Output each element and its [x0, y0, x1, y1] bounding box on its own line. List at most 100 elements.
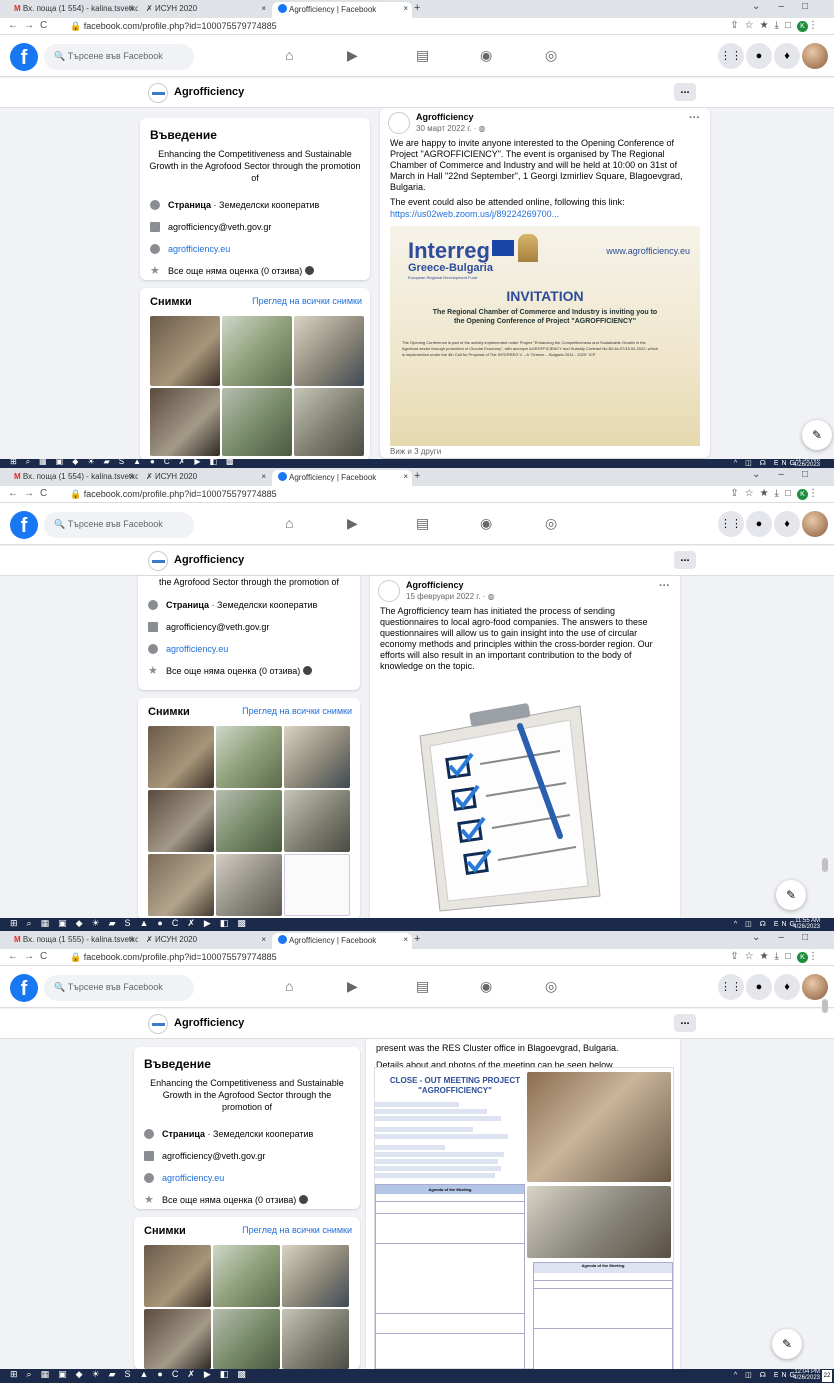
profile-icon[interactable]: K — [797, 21, 808, 32]
extension-icons[interactable]: ⇪☆★⤓□ K ⋮ — [730, 488, 824, 500]
menu-icon[interactable]: ⋮⋮ — [718, 511, 744, 537]
marketplace-icon[interactable]: ▤ — [416, 47, 429, 64]
system-tray[interactable]: ^ ◫ ☊ ENG — [734, 920, 798, 928]
tab-isun[interactable]: ✗ ИСУН 2020 × — [140, 470, 270, 486]
see-all-photos-link[interactable]: Преглед на всички снимки — [242, 706, 352, 716]
scrollbar[interactable] — [822, 999, 828, 1013]
close-icon[interactable]: × — [403, 472, 408, 481]
gaming-icon[interactable]: ◎ — [545, 47, 557, 64]
photo-thumbnail[interactable] — [148, 854, 214, 916]
tab-isun[interactable]: ✗ ИСУН 2020 × — [140, 2, 270, 18]
marketplace-icon[interactable]: ▤ — [416, 978, 429, 995]
tab-isun[interactable]: ✗ ИСУН 2020 × — [140, 933, 270, 949]
checklist-clipboard-image[interactable] — [400, 696, 610, 916]
clock[interactable]: 11:55 AM 4/26/2023 — [793, 918, 820, 930]
more-button[interactable]: ... — [674, 83, 696, 101]
profile-icon[interactable]: K — [797, 952, 808, 963]
post-author[interactable]: Agrofficiency — [406, 580, 464, 590]
extension-icons[interactable]: ⇪☆★⤓□ K ⋮ — [730, 951, 824, 963]
system-tray[interactable]: ^ ◫ ☊ ENG — [734, 459, 798, 467]
zoom-link[interactable]: https://us02web.zoom.us/j/89224269700... — [380, 209, 569, 219]
meeting-document-image[interactable]: CLOSE - OUT MEETING PROJECT "AGROFFICIEN… — [374, 1067, 674, 1369]
photo-thumbnail[interactable] — [213, 1245, 280, 1307]
page-avatar[interactable] — [148, 83, 168, 103]
tab-facebook[interactable]: Agrofficiency | Facebook × — [272, 470, 412, 486]
page-title[interactable]: Agrofficiency — [174, 86, 244, 98]
compose-icon[interactable]: ✎ — [776, 880, 806, 910]
photo-thumbnail[interactable] — [144, 1309, 211, 1369]
invitation-flyer[interactable]: Interreg Greece-Bulgaria European Region… — [390, 226, 700, 446]
system-tray[interactable]: ^ ◫ ☊ ENG — [734, 1371, 798, 1379]
scrollbar[interactable] — [822, 858, 828, 872]
window-controls[interactable]: ⌄–□ — [752, 1, 826, 12]
groups-icon[interactable]: ◉ — [480, 47, 492, 64]
view-more-link[interactable]: Виж и 3 други — [390, 447, 441, 456]
avatar[interactable] — [802, 974, 828, 1000]
more-icon[interactable]: ··· — [689, 112, 700, 124]
gaming-icon[interactable]: ◎ — [545, 515, 557, 532]
more-icon[interactable]: ··· — [659, 580, 670, 592]
avatar[interactable] — [802, 43, 828, 69]
info-icon[interactable] — [298, 1195, 308, 1204]
close-icon[interactable]: × — [403, 4, 408, 13]
url-field[interactable]: 🔒 facebook.com/profile.php?id=1000755797… — [70, 952, 277, 963]
video-icon[interactable]: ▶ — [347, 515, 358, 532]
close-icon[interactable]: × — [129, 472, 134, 481]
new-tab-button[interactable]: + — [414, 2, 420, 14]
website-link[interactable]: agrofficiency.eu — [166, 644, 228, 654]
post-date[interactable]: 15 февруари 2022 г. · ◍ — [406, 592, 495, 601]
photo-thumbnail[interactable] — [222, 388, 292, 456]
website-link[interactable]: agrofficiency.eu — [168, 244, 230, 254]
extension-icons[interactable]: ⇪☆★⤓□ K ⋮ — [730, 20, 824, 32]
photo-thumbnail[interactable] — [222, 316, 292, 386]
groups-icon[interactable]: ◉ — [480, 978, 492, 995]
info-icon[interactable] — [304, 266, 314, 275]
photo-thumbnail[interactable] — [294, 316, 364, 386]
more-button[interactable]: ... — [674, 1014, 696, 1032]
url-field[interactable]: 🔒 facebook.com/profile.php?id=1000755797… — [70, 489, 277, 500]
photo-thumbnail[interactable] — [150, 316, 220, 386]
page-avatar[interactable] — [148, 551, 168, 571]
post-author[interactable]: Agrofficiency — [416, 112, 474, 122]
window-controls[interactable]: ⌄–□ — [752, 469, 826, 480]
email-text[interactable]: agrofficiency@veth.gov.gr — [162, 1151, 265, 1161]
profile-icon[interactable]: K — [797, 489, 808, 500]
see-all-photos-link[interactable]: Преглед на всички снимки — [252, 296, 362, 306]
page-avatar[interactable] — [378, 580, 400, 602]
email-text[interactable]: agrofficiency@veth.gov.gr — [166, 622, 269, 632]
page-avatar[interactable] — [388, 112, 410, 134]
messenger-icon[interactable]: ● — [746, 511, 772, 537]
clock[interactable]: 11:56 AM 4/26/2023 — [793, 457, 820, 468]
home-icon[interactable]: ⌂ — [285, 47, 293, 63]
clock[interactable]: 12:04 PM 4/26/2023 — [793, 1369, 820, 1381]
photo-thumbnail[interactable] — [216, 854, 282, 916]
facebook-logo-icon[interactable]: f — [10, 511, 38, 539]
page-title[interactable]: Agrofficiency — [174, 554, 244, 566]
photo-thumbnail[interactable] — [150, 388, 220, 456]
home-icon[interactable]: ⌂ — [285, 978, 293, 994]
close-icon[interactable]: × — [129, 4, 134, 13]
photo-thumbnail[interactable] — [213, 1309, 280, 1369]
close-icon[interactable]: × — [403, 935, 408, 944]
nav-buttons[interactable]: ←→C — [8, 20, 53, 31]
search-input[interactable]: 🔍 Търсене във Facebook — [44, 975, 194, 1001]
video-icon[interactable]: ▶ — [347, 47, 358, 64]
post-date[interactable]: 30 март 2022 г. · ◍ — [416, 124, 486, 133]
marketplace-icon[interactable]: ▤ — [416, 515, 429, 532]
messenger-icon[interactable]: ● — [746, 974, 772, 1000]
video-icon[interactable]: ▶ — [347, 978, 358, 995]
messenger-icon[interactable]: ● — [746, 43, 772, 69]
tab-facebook[interactable]: Agrofficiency | Facebook × — [272, 933, 412, 949]
photo-thumbnail[interactable] — [282, 1309, 349, 1369]
search-input[interactable]: 🔍 Търсене във Facebook — [44, 44, 194, 70]
notifications-icon[interactable]: ♦ — [774, 43, 800, 69]
notification-badge[interactable]: 22 — [822, 1370, 832, 1382]
photo-thumbnail[interactable] — [282, 1245, 349, 1307]
photo-thumbnail[interactable] — [284, 726, 350, 788]
photo-thumbnail[interactable] — [284, 790, 350, 852]
photo-thumbnail[interactable] — [216, 790, 282, 852]
window-controls[interactable]: ⌄–□ — [752, 932, 826, 943]
url-field[interactable]: 🔒 facebook.com/profile.php?id=1000755797… — [70, 21, 277, 32]
facebook-logo-icon[interactable]: f — [10, 974, 38, 1002]
compose-icon[interactable]: ✎ — [802, 420, 832, 450]
